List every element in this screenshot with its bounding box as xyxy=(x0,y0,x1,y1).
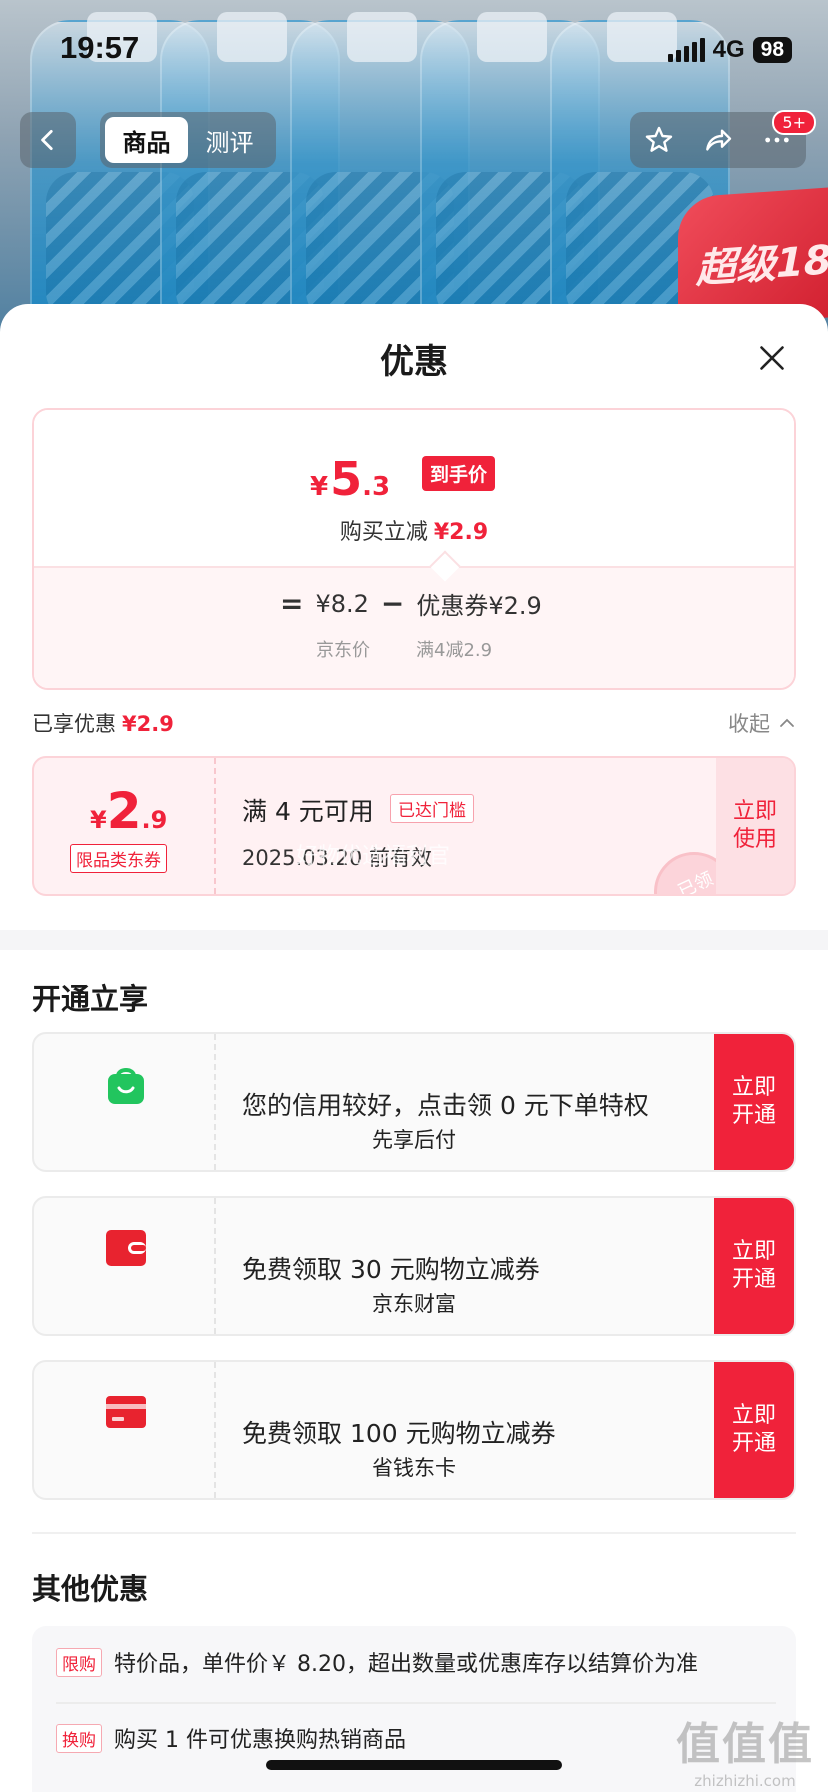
home-indicator xyxy=(266,1760,562,1770)
offer-text: 购买 1 件可优惠换购热销商品 xyxy=(114,1728,406,1753)
service-name: 京东财富 xyxy=(372,1292,456,1316)
service-name: 先享后付 xyxy=(372,1128,456,1152)
other-section-title: 其他优惠 xyxy=(32,1572,149,1606)
purchase-reduction: 购买立减 ¥2.9 xyxy=(339,520,489,545)
offer-text: 特价品，单件价￥ 8.20，超出数量或优惠库存以结算价为准 xyxy=(114,1652,698,1677)
activate-button[interactable]: 立即开通 xyxy=(714,1198,794,1334)
price-breakdown-card: ¥ 5 .3 到手价 购买立减 ¥2.9 = ¥8.2 − 优惠券¥2.9 京东价… xyxy=(32,408,796,690)
coupon-status-tag: 已达门槛 xyxy=(390,794,474,823)
signal-icon xyxy=(667,38,705,62)
section-divider xyxy=(0,930,828,950)
close-button[interactable] xyxy=(752,338,792,378)
site-watermark: 值值值 zhizhizhi.com xyxy=(676,1719,814,1790)
divider xyxy=(32,1532,796,1534)
activate-button[interactable]: 立即开通 xyxy=(714,1362,794,1498)
jd-price-label: 京东价 xyxy=(316,640,370,661)
sheet-title: 优惠 xyxy=(380,342,448,382)
offer-tag: 限购 xyxy=(56,1647,102,1677)
battery-level: 98 xyxy=(752,37,792,63)
coupon-price: 优惠券¥2.9 xyxy=(416,592,542,620)
coupon-card: ¥ 2 .9 限品类东券 满 4 元可用 已达门槛 2025.03.20 前有效… xyxy=(32,756,796,896)
service-card-jd-wealth[interactable]: 京东财富 免费领取 30 元购物立减券 立即开通 xyxy=(32,1196,796,1336)
offer-tag: 换购 xyxy=(56,1723,102,1753)
status-indicators: 4G 98 xyxy=(667,36,792,64)
discount-sheet: 优惠 ¥ 5 .3 到手价 购买立减 ¥2.9 = ¥8.2 − 优惠券¥2.9 … xyxy=(0,304,828,1792)
promo-banner-label: 超级18 xyxy=(696,237,828,293)
jd-price: ¥8.2 xyxy=(315,589,369,618)
service-name: 省钱东卡 xyxy=(372,1456,456,1480)
collapse-button[interactable]: 收起 xyxy=(728,708,796,738)
tab-product[interactable]: 商品 xyxy=(105,117,188,163)
service-desc: 免费领取 100 元购物立减券 xyxy=(242,1419,556,1448)
activate-button[interactable]: 立即开通 xyxy=(714,1034,794,1170)
final-price: ¥ 5 .3 xyxy=(310,452,391,506)
list-item: 限购 特价品，单件价￥ 8.20，超出数量或优惠库存以结算价为准 xyxy=(56,1646,776,1678)
back-button[interactable] xyxy=(20,112,76,168)
shopping-bag-icon xyxy=(108,1068,144,1104)
wallet-icon xyxy=(106,1230,146,1266)
service-desc: 您的信用较好，点击领 0 元下单特权 xyxy=(242,1091,649,1120)
coupon-amount: ¥ 2 .9 xyxy=(90,782,168,840)
watermark-overlay: 好物优选福利官 xyxy=(296,844,451,869)
network-type: 4G xyxy=(712,36,745,63)
open-section-title: 开通立享 xyxy=(32,982,149,1016)
coupon-condition: 满 4 元可用 xyxy=(242,797,374,826)
enjoyed-discount: 已享优惠 ¥2.9 xyxy=(32,712,174,736)
price-formula: = ¥8.2 − 优惠券¥2.9 xyxy=(280,587,542,620)
list-item[interactable]: 换购 购买 1 件可优惠换购热销商品 xyxy=(56,1722,776,1754)
star-icon[interactable] xyxy=(643,124,675,156)
message-badge: 5+ xyxy=(772,110,816,135)
share-icon[interactable] xyxy=(702,124,734,156)
coupon-type: 限品类东券 xyxy=(70,844,167,873)
top-tabs: 商品 测评 xyxy=(100,112,276,168)
coupon-rule-label: 满4减2.9 xyxy=(416,640,493,661)
chevron-left-icon xyxy=(41,129,53,151)
card-icon xyxy=(106,1396,146,1428)
service-card-saving-card[interactable]: 省钱东卡 免费领取 100 元购物立减券 立即开通 xyxy=(32,1360,796,1500)
use-coupon-button[interactable]: 立即使用 xyxy=(716,758,794,894)
close-icon xyxy=(760,346,784,370)
tab-review[interactable]: 测评 xyxy=(188,117,271,163)
service-desc: 免费领取 30 元购物立减券 xyxy=(242,1255,540,1284)
chevron-up-icon xyxy=(780,718,794,727)
final-price-tag: 到手价 xyxy=(422,456,496,491)
status-time: 19:57 xyxy=(60,30,140,65)
service-card-pay-later[interactable]: 先享后付 您的信用较好，点击领 0 元下单特权 立即开通 xyxy=(32,1032,796,1172)
